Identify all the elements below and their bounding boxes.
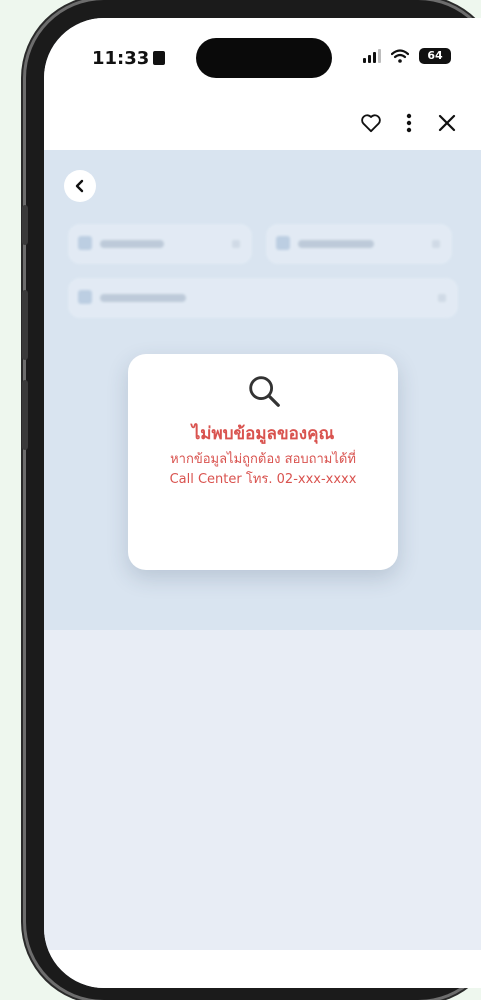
app-bar — [44, 98, 481, 150]
status-icons: 64 — [363, 48, 451, 64]
phone-side-button — [22, 205, 28, 245]
phone-side-button — [22, 380, 28, 450]
id-badge-icon — [153, 51, 166, 65]
chevron-left-icon — [75, 179, 84, 193]
dynamic-island — [196, 38, 332, 78]
dialog-message-line-2: Call Center โทร. 02-xxx-xxxx — [169, 472, 357, 487]
back-button[interactable] — [64, 170, 96, 202]
search-icon — [249, 376, 280, 407]
phone-side-button — [22, 290, 28, 360]
bottom-bar — [44, 950, 481, 988]
more-vertical-icon[interactable] — [394, 108, 424, 138]
dialog-title: ไม่พบข้อมูลของคุณ — [191, 424, 335, 444]
close-icon[interactable] — [432, 108, 462, 138]
status-time: 11:33 — [92, 48, 166, 69]
status-time-text: 11:33 — [92, 48, 150, 69]
content-background — [44, 630, 481, 950]
dialog-message-line-1: หากข้อมูลไม่ถูกต้อง สอบถามได้ที่ — [170, 452, 356, 467]
status-bar: 11:33 64 — [44, 18, 481, 98]
signal-icon — [363, 49, 381, 63]
heart-outline-icon[interactable] — [356, 108, 386, 138]
dialog-message: หากข้อมูลไม่ถูกต้อง สอบถามได้ที่ Call Ce… — [128, 450, 398, 490]
wifi-icon — [391, 49, 409, 63]
type-filter-field — [68, 278, 458, 318]
phone-screen: 11:33 64 ไม่พบข้อมูลของคุณ หากข้อมูลไม่ถ… — [44, 18, 481, 988]
location-filter-field — [266, 224, 452, 264]
date-filter-field — [68, 224, 252, 264]
battery-icon: 64 — [419, 48, 451, 64]
not-found-dialog: ไม่พบข้อมูลของคุณ หากข้อมูลไม่ถูกต้อง สอ… — [128, 354, 398, 570]
